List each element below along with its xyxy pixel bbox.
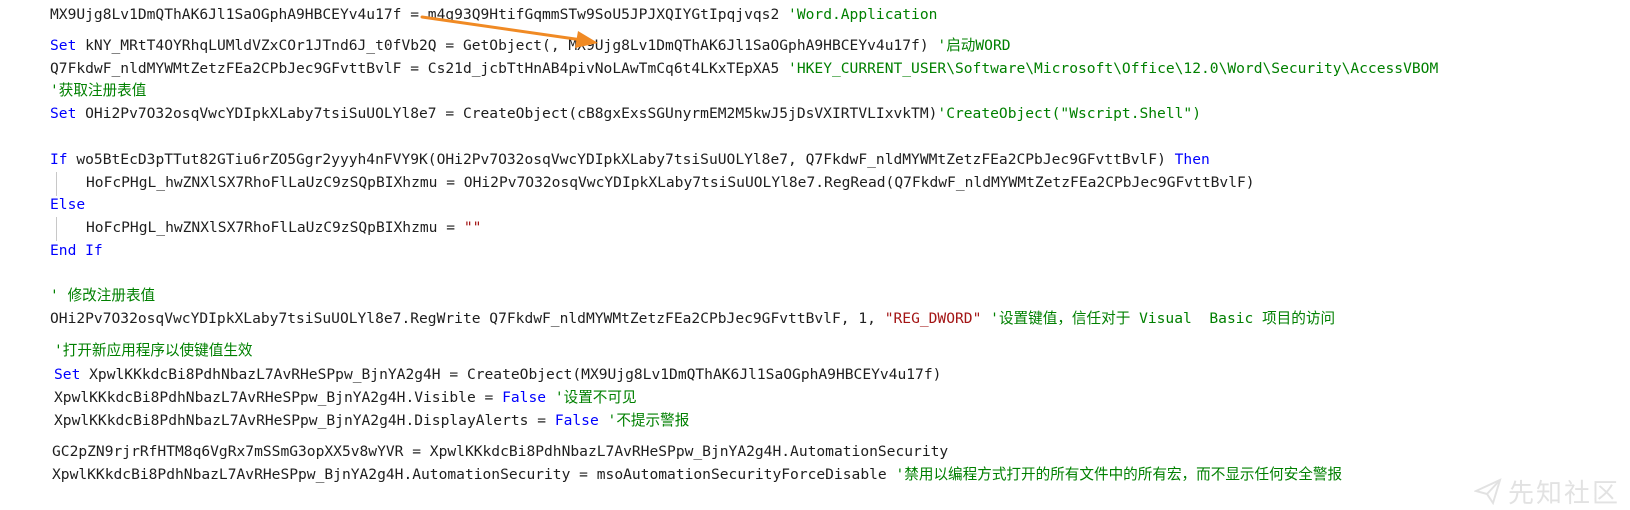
code-keyword: Else	[50, 196, 86, 213]
code-token: HoFcPHgL_hwZNXlSX7RhoFlLaUzC9zSQpBIXhzmu…	[86, 219, 464, 236]
code-token: ,	[867, 310, 885, 327]
code-comment: '获取注册表值	[50, 82, 147, 99]
code-number: 1	[858, 310, 868, 327]
code-line-6: If wo5BtEcD3pTTut82GTiu6rZO5Ggr2yyyh4nFV…	[50, 150, 1210, 170]
code-keyword: False	[502, 389, 547, 406]
code-token: OHi2Pv7O32osqVwcYDIpkXLaby7tsiSuUOLYl8e7…	[50, 310, 859, 327]
code-line-9: HoFcPHgL_hwZNXlSX7RhoFlLaUzC9zSQpBIXhzmu…	[86, 218, 481, 238]
code-line-16: XpwlKKkdcBi8PdhNbazL7AvRHeSPpw_BjnYA2g4H…	[54, 411, 689, 431]
indent-guide	[56, 172, 57, 196]
code-comment: '不提示警报	[598, 412, 690, 429]
code-keyword: If	[50, 151, 68, 168]
code-token: HoFcPHgL_hwZNXlSX7RhoFlLaUzC9zSQpBIXhzmu…	[86, 174, 1255, 191]
code-comment: 'Word.Application	[788, 6, 938, 23]
code-comment: '设置键值，信任对于 Visual Basic 项目的访问	[981, 310, 1336, 327]
code-token: XpwlKKkdcBi8PdhNbazL7AvRHeSPpw_BjnYA2g4H…	[54, 412, 555, 429]
code-token: wo5BtEcD3pTTut82GTiu6rZO5Ggr2yyyh4nFVY9K…	[67, 151, 1175, 168]
watermark: 先知社区	[1474, 474, 1624, 509]
code-line-2: Set kNY_MRtT4OYRhqLUMldVZxCOr1JTnd6J_t0f…	[50, 36, 1011, 56]
code-line-3: Q7FkdwF_nldMYWMtZetzFEa2CPbJec9GFvttBvlF…	[50, 59, 1438, 79]
code-keyword: Then	[1174, 151, 1210, 168]
code-token: XpwlKKkdcBi8PdhNbazL7AvRHeSPpw_BjnYA2g4H…	[52, 466, 896, 483]
code-keyword: False	[554, 412, 599, 429]
code-line-15: XpwlKKkdcBi8PdhNbazL7AvRHeSPpw_BjnYA2g4H…	[54, 388, 637, 408]
code-token: Q7FkdwF_nldMYWMtZetzFEa2CPbJec9GFvttBvlF…	[50, 60, 789, 77]
code-line-7: HoFcPHgL_hwZNXlSX7RhoFlLaUzC9zSQpBIXhzmu…	[86, 173, 1255, 193]
code-comment: '启动WORD	[937, 37, 1011, 54]
code-token: XpwlKKkdcBi8PdhNbazL7AvRHeSPpw_BjnYA2g4H…	[54, 389, 503, 406]
code-editor[interactable]: MX9Ujg8Lv1DmQThAK6Jl1SaOGphA9HBCEYv4u17f…	[0, 0, 1630, 509]
code-keyword: Set	[50, 105, 77, 122]
paper-plane-icon	[1474, 478, 1502, 505]
code-string: "REG_DWORD"	[884, 310, 982, 327]
code-comment: 'HKEY_CURRENT_USER\Software\Microsoft\Of…	[788, 60, 1439, 77]
code-line-5: Set OHi2Pv7O32osqVwcYDIpkXLaby7tsiSuUOLY…	[50, 104, 1201, 124]
code-line-18: XpwlKKkdcBi8PdhNbazL7AvRHeSPpw_BjnYA2g4H…	[52, 465, 1342, 485]
code-comment: '禁用以编程方式打开的所有文件中的所有宏，而不显示任何安全警报	[895, 466, 1343, 483]
code-line-14: Set XpwlKKkdcBi8PdhNbazL7AvRHeSPpw_BjnYA…	[54, 365, 941, 385]
code-keyword: End If	[50, 242, 103, 259]
code-comment: ' 修改注册表值	[50, 287, 156, 304]
code-keyword: Set	[54, 366, 81, 383]
code-token: OHi2Pv7O32osqVwcYDIpkXLaby7tsiSuUOLYl8e7…	[76, 105, 938, 122]
code-line-17: GC2pZN9rjrRfHTM8q6VgRx7mSSmG3opXX5v8wYVR…	[52, 442, 948, 462]
watermark-text: 先知社区	[1508, 478, 1621, 509]
code-line-13: '打开新应用程序以使键值生效	[54, 341, 253, 361]
code-token: MX9Ujg8Lv1DmQThAK6Jl1SaOGphA9HBCEYv4u17f…	[50, 6, 789, 23]
code-line-1: MX9Ujg8Lv1DmQThAK6Jl1SaOGphA9HBCEYv4u17f…	[50, 5, 937, 25]
indent-guide	[56, 217, 57, 241]
code-line-8: Else	[50, 195, 85, 215]
code-line-11: ' 修改注册表值	[50, 286, 155, 306]
code-comment: 'CreateObject("Wscript.Shell")	[937, 105, 1201, 122]
code-token: XpwlKKkdcBi8PdhNbazL7AvRHeSPpw_BjnYA2g4H…	[80, 366, 942, 383]
code-line-12: OHi2Pv7O32osqVwcYDIpkXLaby7tsiSuUOLYl8e7…	[50, 309, 1335, 329]
code-string: ""	[463, 219, 482, 236]
code-comment: '设置不可见	[546, 389, 637, 406]
code-line-4: '获取注册表值	[50, 81, 146, 101]
code-line-10: End If	[50, 241, 103, 261]
code-comment: '打开新应用程序以使键值生效	[54, 342, 253, 359]
code-token: kNY_MRtT4OYRhqLUMldVZxCOr1JTnd6J_t0fVb2Q…	[76, 37, 938, 54]
code-token: GC2pZN9rjrRfHTM8q6VgRx7mSSmG3opXX5v8wYVR…	[52, 443, 949, 460]
code-keyword: Set	[50, 37, 77, 54]
